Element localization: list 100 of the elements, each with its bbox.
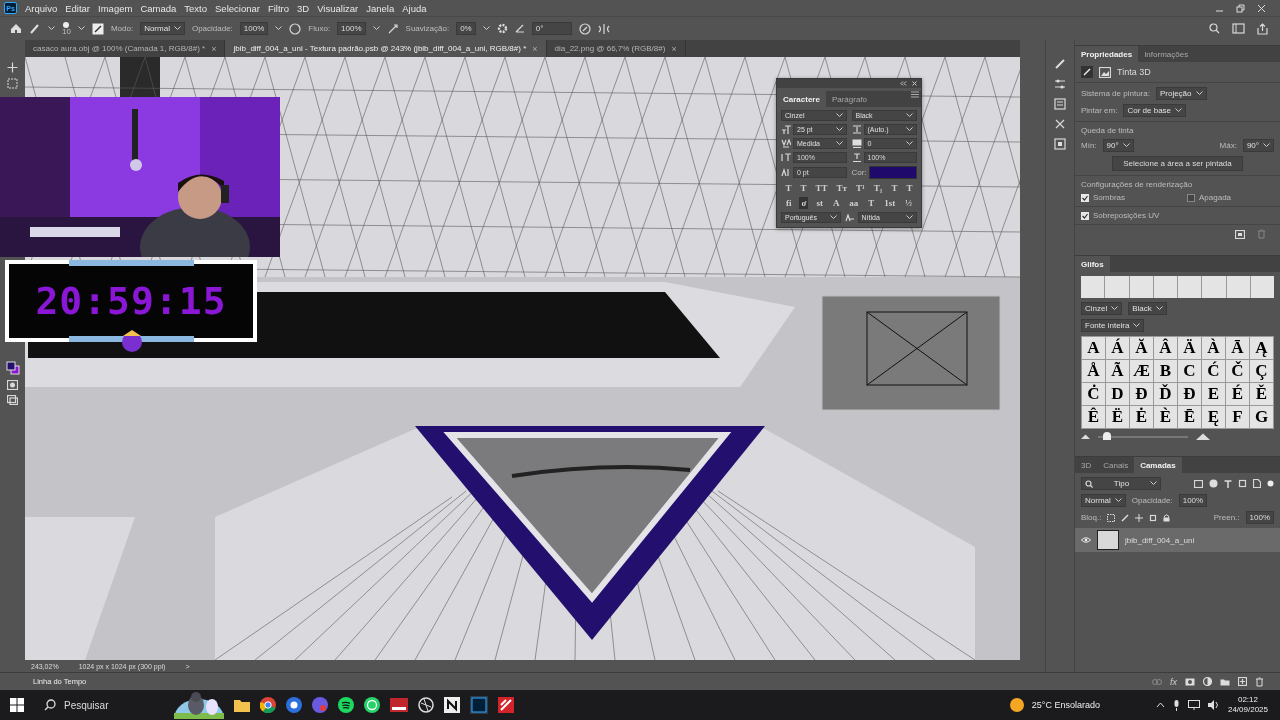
- large-mountain-icon[interactable]: [1196, 433, 1210, 440]
- glyph-cell[interactable]: C: [1178, 360, 1201, 382]
- type-filter-icon[interactable]: [1224, 479, 1232, 488]
- opacity-field[interactable]: 100%: [239, 22, 269, 35]
- glyph-cell[interactable]: G: [1250, 406, 1273, 428]
- workspace-icon[interactable]: [1232, 23, 1245, 34]
- layer-opacity-field[interactable]: 100%: [1178, 494, 1208, 507]
- min-angle-dropdown[interactable]: 90°: [1102, 139, 1134, 152]
- taskbar-search[interactable]: Pesquisar: [34, 690, 164, 720]
- menu-item[interactable]: Selecionar: [211, 2, 264, 14]
- menu-item[interactable]: 3D: [293, 2, 314, 14]
- glyph-cell[interactable]: È: [1154, 406, 1177, 428]
- checkbox[interactable]: [1081, 211, 1089, 220]
- microphone-icon[interactable]: [1172, 699, 1180, 711]
- pressure-opacity-icon[interactable]: [289, 22, 302, 35]
- smoothing-field[interactable]: 0%: [456, 22, 476, 35]
- glyph-cell[interactable]: Đ: [1178, 383, 1201, 405]
- marquee-icon[interactable]: [7, 78, 18, 89]
- panel-tab[interactable]: 3D: [1075, 457, 1098, 473]
- symmetry-icon[interactable]: [597, 22, 610, 35]
- layer-fill-field[interactable]: 100%: [1245, 511, 1274, 524]
- panel-tab[interactable]: Glifos: [1075, 256, 1110, 272]
- weather-icon[interactable]: [1009, 698, 1024, 712]
- glyph-cell[interactable]: Ė: [1130, 406, 1153, 428]
- glyph-cell[interactable]: Ą: [1250, 337, 1273, 359]
- glyph-cell[interactable]: Ě: [1250, 383, 1273, 405]
- document-tab[interactable]: jbib_diff_004_a_uni - Textura padrão.psb @ 243% (jbib_diff_004_a_uni, RGB/8#) * ×: [225, 40, 547, 57]
- collapse-icon[interactable]: [900, 81, 907, 86]
- app-circle-icon[interactable]: [286, 697, 302, 713]
- whatsapp-icon[interactable]: [364, 697, 380, 713]
- menu-item[interactable]: Janela: [362, 2, 399, 14]
- folder-icon[interactable]: [234, 698, 250, 712]
- glyph-cell[interactable]: Ä: [1178, 337, 1201, 359]
- adjustment-layer-icon[interactable]: [1203, 677, 1212, 686]
- text-color-swatch[interactable]: [868, 166, 917, 179]
- menu-item[interactable]: Editar: [61, 2, 95, 14]
- glyph-style-dropdown[interactable]: Black: [1128, 302, 1167, 315]
- eye-icon[interactable]: [1081, 537, 1091, 543]
- brush-panel-icon[interactable]: [1054, 58, 1066, 70]
- glyph-cell[interactable]: D: [1106, 383, 1129, 405]
- spotify-icon[interactable]: [338, 697, 354, 713]
- glyph-cell[interactable]: Ê: [1082, 406, 1105, 428]
- opentype-button[interactable]: ½: [903, 197, 914, 209]
- chevron-up-icon[interactable]: [1155, 702, 1165, 708]
- brush-mode-icon[interactable]: [1081, 66, 1093, 78]
- restore-icon[interactable]: [1236, 3, 1245, 13]
- panel-tab[interactable]: Parágrafo: [825, 91, 874, 107]
- glyph-cell[interactable]: A: [1082, 337, 1105, 359]
- glyph-cell[interactable]: Ē: [1178, 406, 1201, 428]
- paint-on-dropdown[interactable]: Cor de base: [1123, 104, 1187, 117]
- render-icon[interactable]: [1235, 229, 1245, 239]
- new-layer-icon[interactable]: [1238, 677, 1247, 686]
- text-style-button[interactable]: T: [783, 182, 794, 194]
- lock-pixels-icon[interactable]: [1107, 513, 1116, 522]
- lock-position-icon[interactable]: [1135, 513, 1144, 522]
- opentype-button[interactable]: fi: [784, 197, 794, 209]
- small-mountain-icon[interactable]: [1081, 434, 1090, 439]
- max-angle-dropdown[interactable]: 90°: [1242, 139, 1274, 152]
- glyph-cell[interactable]: Æ: [1130, 360, 1153, 382]
- checkbox[interactable]: [1187, 193, 1195, 202]
- home-icon[interactable]: [10, 23, 22, 34]
- lock-artboard-icon[interactable]: [1149, 513, 1158, 522]
- text-style-button[interactable]: Tт: [834, 182, 849, 194]
- smart-object-filter-icon[interactable]: [1253, 479, 1261, 488]
- text-style-button[interactable]: TT: [813, 182, 830, 194]
- glyph-cell[interactable]: Đ: [1130, 383, 1153, 405]
- windows-icon[interactable]: [10, 698, 24, 712]
- layer-row[interactable]: jbib_diff_004_a_uni: [1075, 528, 1280, 552]
- glyph-font-dropdown[interactable]: Cinzel: [1081, 302, 1123, 315]
- opentype-button[interactable]: T: [866, 197, 877, 209]
- history-icon[interactable]: [1054, 98, 1066, 110]
- adjust-panel-icon[interactable]: [1054, 78, 1066, 90]
- opentype-button[interactable]: ơ: [799, 197, 809, 209]
- panel-tab[interactable]: Informações: [1138, 46, 1195, 62]
- menu-item[interactable]: Texto: [180, 2, 211, 14]
- layer-comp-icon[interactable]: [1054, 138, 1066, 150]
- gear-icon[interactable]: [496, 23, 508, 34]
- airbrush-icon[interactable]: [386, 22, 399, 35]
- paint-system-dropdown[interactable]: Projeção: [1155, 87, 1207, 100]
- glyph-size-thumb[interactable]: [1103, 431, 1111, 440]
- brush-tip-icon[interactable]: [63, 21, 70, 28]
- text-style-button[interactable]: T: [798, 182, 809, 194]
- network-icon[interactable]: [1187, 700, 1200, 710]
- layer-filter-dropdown[interactable]: Tipo: [1081, 477, 1161, 490]
- glyph-cell[interactable]: Č: [1226, 360, 1249, 382]
- app-circle-icon[interactable]: [418, 697, 434, 713]
- panel-tab[interactable]: Caractere: [777, 91, 826, 107]
- flow-field[interactable]: 100%: [337, 22, 366, 35]
- opentype-button[interactable]: 1st: [882, 197, 898, 209]
- quick-mask-icon[interactable]: [7, 380, 18, 390]
- glyph-cell[interactable]: E: [1202, 383, 1225, 405]
- search-icon[interactable]: [1209, 23, 1220, 34]
- text-style-button[interactable]: T: [904, 182, 915, 194]
- checkbox[interactable]: [1081, 193, 1089, 202]
- menu-item[interactable]: Filtro: [263, 2, 294, 14]
- image-filter-icon[interactable]: [1194, 479, 1203, 488]
- opentype-button[interactable]: A: [830, 197, 842, 209]
- glyph-cell[interactable]: É: [1226, 383, 1249, 405]
- menu-item[interactable]: Visualizar: [313, 2, 363, 14]
- glyph-cell[interactable]: Ć: [1202, 360, 1225, 382]
